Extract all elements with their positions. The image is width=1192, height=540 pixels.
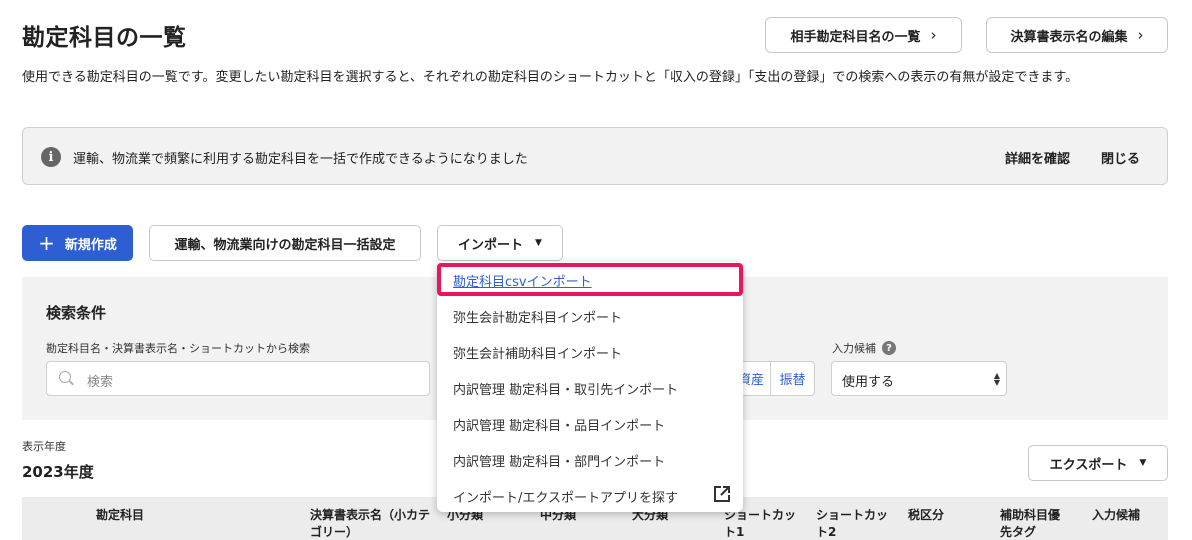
notice-banner: i 運輸、物流業で頻繁に利用する勘定科目を一括で作成できるようになりました 詳細… xyxy=(22,127,1168,185)
notice-message: 運輸、物流業で頻繁に利用する勘定科目を一括で作成できるようになりました xyxy=(73,152,528,167)
help-icon[interactable]: ? xyxy=(882,341,896,355)
menu-item-breakdown-partner-import[interactable]: 内訳管理 勘定科目・取引先インポート xyxy=(453,379,678,398)
page-title: 勘定科目の一覧 xyxy=(22,25,187,51)
candidate-select[interactable]: 使用する ▲ ▼ xyxy=(831,361,1007,396)
candidate-label: 入力候補 ? xyxy=(832,340,896,356)
chevron-right-icon: › xyxy=(930,26,937,44)
chevron-right-icon: › xyxy=(1137,26,1144,44)
caret-down-icon: ▼ xyxy=(535,238,542,248)
menu-item-find-import-export-app[interactable]: インポート/エクスポートアプリを探す xyxy=(453,487,678,506)
export-label: エクスポート xyxy=(1049,457,1128,473)
candidate-select-value: 使用する xyxy=(842,375,895,390)
new-account-label: 新規作成 xyxy=(64,237,117,253)
column-header-tax[interactable]: 税区分 xyxy=(908,507,944,524)
column-header-candidate[interactable]: 入力候補 xyxy=(1092,507,1140,524)
menu-item-breakdown-item-import[interactable]: 内訳管理 勘定科目・品目インポート xyxy=(453,415,665,434)
caret-down-icon: ▼ xyxy=(1139,458,1147,468)
keyword-search-input[interactable]: 検索 xyxy=(46,361,430,396)
candidate-label-text: 入力候補 xyxy=(832,342,876,355)
column-header-account[interactable]: 勘定科目 xyxy=(96,507,144,524)
import-dropdown-button[interactable]: インポート ▼ xyxy=(437,225,563,261)
search-title: 検索条件 xyxy=(46,304,107,322)
menu-item-breakdown-department-import[interactable]: 内訳管理 勘定科目・部門インポート xyxy=(453,451,665,470)
fiscal-year-label: 表示年度 xyxy=(22,440,66,453)
keyword-search-label: 勘定科目名・決算書表示名・ショートカットから検索 xyxy=(46,342,310,355)
column-header-shortcut2[interactable]: ショートカット2 xyxy=(816,507,891,540)
partner-account-list-label: 相手勘定科目名の一覧 xyxy=(790,29,921,45)
info-icon: i xyxy=(41,147,61,167)
notice-detail-link[interactable]: 詳細を確認 xyxy=(1005,148,1070,167)
external-link-icon xyxy=(714,486,730,502)
menu-item-yayoi-sub-account-import[interactable]: 弥生会計補助科目インポート xyxy=(453,343,622,362)
import-label: インポート xyxy=(458,237,524,253)
new-account-button[interactable]: + 新規作成 xyxy=(22,225,133,261)
logistics-bulk-setup-button[interactable]: 運輸、物流業向けの勘定科目一括設定 xyxy=(149,225,421,261)
partner-account-list-button[interactable]: 相手勘定科目名の一覧 › xyxy=(765,17,962,53)
page-description: 使用できる勘定科目の一覧です。変更したい勘定科目を選択すると、それぞれの勘定科目… xyxy=(22,70,1079,85)
select-arrows-icon: ▲ ▼ xyxy=(993,371,1000,387)
edit-display-name-label: 決算書表示名の編集 xyxy=(1010,29,1128,45)
column-header-display-name[interactable]: 決算書表示名（小カテゴリー） xyxy=(310,507,435,540)
notice-close-button[interactable]: 閉じる xyxy=(1101,148,1140,167)
fiscal-year-value: 2023年度 xyxy=(22,463,94,481)
column-header-sub-account-tag[interactable]: 補助科目優先タグ xyxy=(1000,507,1070,540)
import-menu: 勘定科目csvインポート 弥生会計勘定科目インポート 弥生会計補助科目インポート… xyxy=(437,262,743,512)
menu-item-yayoi-account-import[interactable]: 弥生会計勘定科目インポート xyxy=(453,307,622,326)
search-placeholder: 検索 xyxy=(87,375,114,390)
menu-item-account-csv-import[interactable]: 勘定科目csvインポート xyxy=(453,271,592,290)
export-dropdown-button[interactable]: エクスポート ▼ xyxy=(1028,445,1168,481)
search-icon xyxy=(59,371,71,383)
category-filter-transfer[interactable]: 振替 xyxy=(770,361,815,396)
plus-icon: + xyxy=(38,231,55,255)
edit-display-name-button[interactable]: 決算書表示名の編集 › xyxy=(986,17,1168,53)
